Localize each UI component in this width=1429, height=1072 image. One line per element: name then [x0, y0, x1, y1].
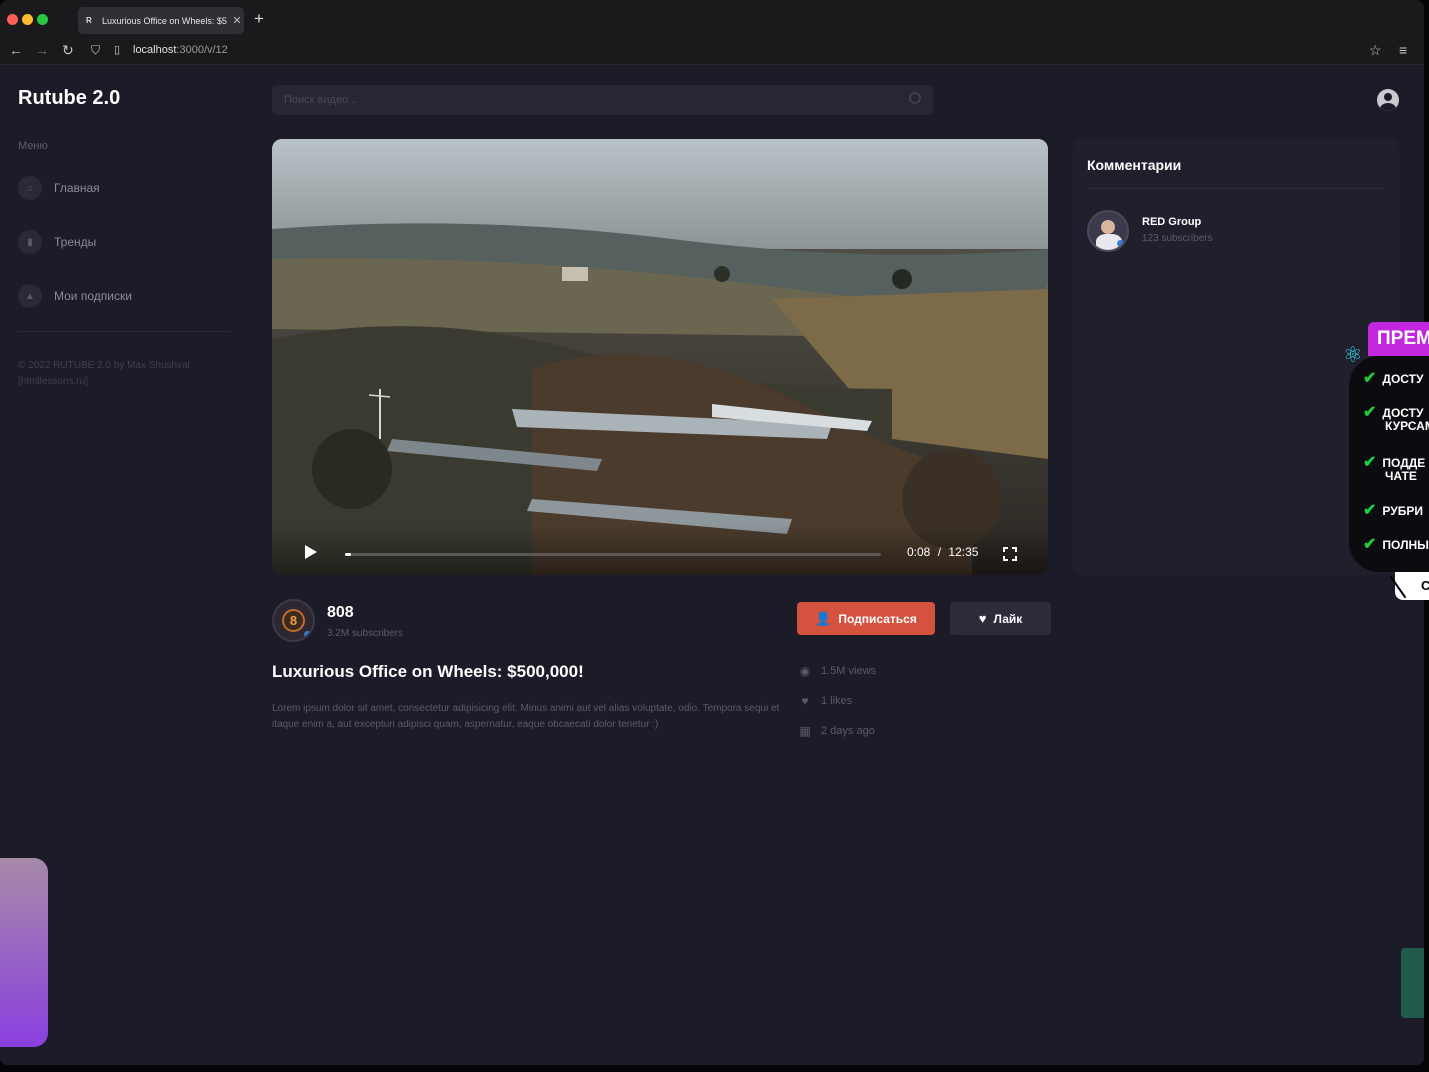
progress-fill — [345, 553, 351, 556]
sidebar-item-trends[interactable]: ▮ Тренды — [18, 230, 96, 254]
date-stat: ▦ 2 days ago — [798, 724, 875, 738]
hamburger-menu-icon[interactable]: ≡ — [1399, 42, 1407, 58]
promo-row: ✔ ПОДДЕ ЧАТЕ — [1363, 454, 1426, 483]
page-icon: ▯ — [114, 44, 121, 56]
subscribe-button[interactable]: 👤 Подписаться — [797, 602, 935, 635]
eye-icon: ◉ — [799, 664, 811, 678]
channel-avatar[interactable]: 8 — [272, 599, 315, 642]
check-icon: ✔ — [1363, 404, 1377, 421]
comment-author-avatar[interactable] — [1087, 210, 1129, 252]
add-user-icon: 👤 — [815, 610, 832, 626]
app-root: Rutube 2.0 Меню ⌂ Главная ▮ Тренды ▲ Мои… — [0, 65, 1424, 1065]
menu-divider — [18, 331, 230, 332]
maximize-window-button[interactable] — [37, 14, 48, 25]
check-icon: ✔ — [1363, 536, 1377, 553]
promo-panel: ✔ДОСТУ ✔ДОСТУ КУРСАМ ✔ПОДДЕ ЧАТЕ ✔РУБРИ … — [1349, 356, 1429, 572]
user-head-icon — [1384, 93, 1392, 101]
sidebar-item-label: Тренды — [54, 235, 97, 249]
overlay-green-card — [1401, 948, 1424, 1018]
check-icon: ✔ — [1363, 502, 1377, 519]
comment-author-subscribers: 123 subscribers — [1142, 233, 1213, 244]
views-stat: ◉ 1.5M views — [798, 664, 876, 678]
heart-icon: ♥ — [801, 694, 809, 708]
promo-row: ✔ ПОЛНЫ — [1363, 536, 1429, 553]
sidebar-item-label: Главная — [54, 181, 100, 195]
home-icon: ⌂ — [18, 176, 42, 200]
tab-favicon-icon: R — [86, 15, 92, 25]
sidebar-item-home[interactable]: ⌂ Главная — [18, 176, 100, 200]
comments-title: Комментарии — [1087, 157, 1182, 173]
user-body-icon — [1380, 103, 1396, 111]
forward-icon[interactable]: → — [35, 42, 49, 58]
minimize-window-button[interactable] — [22, 14, 33, 25]
heart-icon: ♥ — [978, 611, 987, 626]
search-input[interactable] — [272, 85, 933, 115]
verified-dot — [1117, 240, 1124, 247]
app-logo[interactable]: Rutube 2.0 — [18, 87, 120, 110]
fullscreen-icon[interactable] — [1003, 547, 1017, 561]
time-separator: / — [937, 545, 942, 559]
check-icon: ✔ — [1363, 370, 1377, 387]
tab-close-icon[interactable]: ✕ — [230, 14, 244, 27]
back-icon[interactable]: ← — [9, 42, 23, 58]
promo-banner: ПРЕМИ — [1368, 322, 1429, 356]
tab-bar: R Luxurious Office on Wheels: $5 ✕ + — [0, 0, 1424, 37]
video-frame — [272, 139, 1048, 575]
channel-subscribers: 3.2M subscribers — [327, 628, 404, 639]
promo-row: ✔ ДОСТУ — [1363, 370, 1424, 387]
search-icon[interactable] — [909, 92, 921, 104]
time-display: 0:08 / 12:35 — [907, 545, 978, 559]
promo-overlay: ПРЕМИ ⚛ ✔ДОСТУ ✔ДОСТУ КУРСАМ ✔ПОДДЕ ЧАТЕ… — [1343, 322, 1429, 602]
browser-window: R Luxurious Office on Wheels: $5 ✕ + ← →… — [0, 0, 1424, 1065]
new-tab-button[interactable]: + — [254, 9, 264, 29]
url-host: localhost — [133, 44, 177, 56]
video-player[interactable]: 0:08 / 12:35 — [272, 139, 1048, 575]
url-path: :3000/v/12 — [176, 44, 228, 56]
bookmark-star-icon[interactable]: ☆ — [1369, 42, 1382, 58]
overlay-gradient-card — [0, 858, 48, 1047]
views-text: 1.5M views — [821, 665, 877, 677]
channel-name[interactable]: 808 — [327, 604, 354, 622]
date-text: 2 days ago — [821, 725, 875, 737]
reload-icon[interactable]: ↻ — [62, 42, 74, 58]
like-button[interactable]: ♥ Лайк — [950, 602, 1051, 635]
face-icon — [1101, 220, 1115, 234]
player-controls: 0:08 / 12:35 — [272, 525, 1048, 575]
sidebar-item-label: Мои подписки — [54, 289, 132, 303]
sidebar-item-subscriptions[interactable]: ▲ Мои подписки — [18, 284, 132, 308]
current-time: 0:08 — [907, 545, 931, 559]
promo-row: ✔ДОСТУ КУРСАМ — [1363, 404, 1429, 433]
video-description: Lorem ipsum dolor sit amet, consectetur … — [272, 703, 780, 730]
nav-bar: ← → ↻ ⛉ ▯ localhost:3000/v/12 ☆ ≡ — [0, 37, 1424, 65]
promo-row: ✔ РУБРИ — [1363, 502, 1423, 519]
video-title: Luxurious Office on Wheels: $500,000! — [272, 662, 584, 681]
channel-avatar-mark: 8 — [282, 609, 305, 632]
search-bar — [272, 85, 933, 115]
verified-dot — [304, 631, 311, 638]
progress-bar[interactable] — [345, 553, 881, 556]
browser-tab[interactable]: R Luxurious Office on Wheels: $5 ✕ — [78, 7, 244, 34]
like-label: Лайк — [993, 611, 1023, 626]
comments-divider — [1087, 188, 1385, 189]
close-window-button[interactable] — [7, 14, 18, 25]
check-icon: ✔ — [1363, 454, 1377, 471]
calendar-icon: ▦ — [799, 724, 811, 738]
tab-title: Luxurious Office on Wheels: $5 — [102, 15, 227, 26]
promo-tag[interactable]: СО — [1395, 572, 1429, 600]
shield-icon[interactable]: ⛉ — [91, 42, 100, 58]
play-icon[interactable] — [305, 545, 317, 559]
comment-author-name[interactable]: RED Group — [1142, 216, 1201, 228]
duration: 12:35 — [948, 545, 979, 559]
url-bar[interactable]: localhost:3000/v/12 — [133, 44, 228, 56]
likes-stat: ♥ 1 likes — [798, 694, 852, 708]
subscribe-label: Подписаться — [838, 611, 917, 626]
user-avatar[interactable] — [1377, 89, 1399, 111]
chart-icon: ▮ — [18, 230, 42, 254]
likes-text: 1 likes — [821, 695, 853, 707]
menu-title: Меню — [18, 140, 48, 152]
bell-icon: ▲ — [18, 284, 42, 308]
copyright-text: © 2022 RUTUBE 2.0 by Max Shushval [htmll… — [18, 360, 190, 387]
